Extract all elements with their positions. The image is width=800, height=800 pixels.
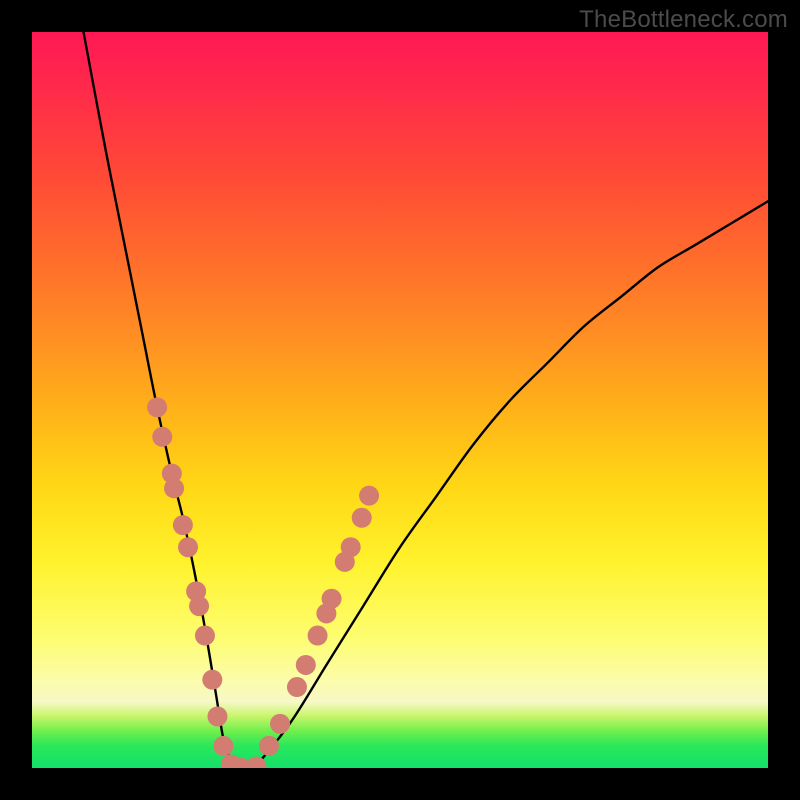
- highlight-dot: [207, 706, 227, 726]
- highlight-dot: [352, 508, 372, 528]
- highlight-dot: [202, 670, 222, 690]
- highlight-dot: [173, 515, 193, 535]
- highlight-dot: [147, 397, 167, 417]
- highlight-dot: [178, 537, 198, 557]
- highlight-dot: [213, 736, 233, 756]
- highlight-dot: [152, 427, 172, 447]
- highlight-dot: [341, 537, 361, 557]
- highlight-dot: [308, 626, 328, 646]
- chart-frame: TheBottleneck.com: [0, 0, 800, 800]
- highlight-dot: [296, 655, 316, 675]
- highlight-dot: [164, 478, 184, 498]
- highlight-dots: [147, 397, 379, 768]
- highlight-dot: [322, 589, 342, 609]
- highlight-dot: [270, 714, 290, 734]
- highlight-dot: [287, 677, 307, 697]
- highlight-dot: [195, 626, 215, 646]
- highlight-dot: [189, 596, 209, 616]
- highlight-dot: [359, 486, 379, 506]
- chart-svg: [32, 32, 768, 768]
- bottleneck-curve: [84, 32, 768, 768]
- highlight-dot: [259, 736, 279, 756]
- watermark-text: TheBottleneck.com: [579, 6, 788, 34]
- plot-area: [32, 32, 768, 768]
